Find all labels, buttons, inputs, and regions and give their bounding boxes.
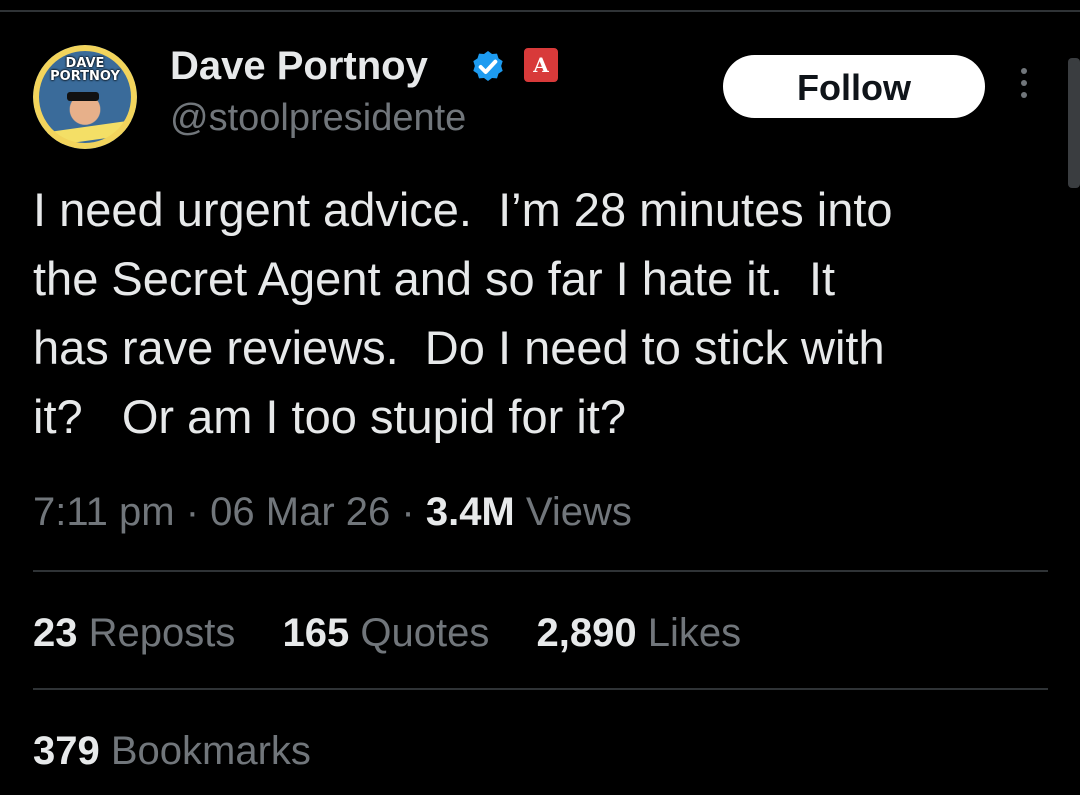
reposts-stat[interactable]: 23 Reposts bbox=[33, 607, 235, 659]
tweet-time[interactable]: 7:11 pm bbox=[33, 490, 175, 534]
quotes-stat[interactable]: 165 Quotes bbox=[283, 607, 490, 659]
likes-label: Likes bbox=[647, 611, 742, 655]
likes-count: 2,890 bbox=[536, 611, 637, 655]
barstool-logo-icon[interactable]: A bbox=[522, 46, 560, 84]
verified-check-icon bbox=[473, 51, 503, 81]
tweet-date[interactable]: 06 Mar 26 bbox=[210, 490, 390, 534]
display-name[interactable]: Dave Portnoy bbox=[170, 42, 428, 90]
bookmarks-stat[interactable]: 379 Bookmarks bbox=[33, 725, 311, 777]
quotes-count: 165 bbox=[282, 611, 350, 655]
meta-separator: · bbox=[185, 490, 200, 534]
tweet-meta: 7:11 pm · 06 Mar 26 · 3.4M Views bbox=[33, 486, 632, 538]
reposts-label: Reposts bbox=[88, 611, 236, 655]
bookmarks-count: 379 bbox=[33, 729, 100, 773]
divider bbox=[33, 570, 1048, 572]
avatar-label: DAVE PORTNOY bbox=[50, 56, 120, 84]
tweet-text: I need urgent advice. I’m 28 minutes int… bbox=[33, 183, 893, 443]
user-handle[interactable]: @stoolpresidente bbox=[170, 95, 466, 141]
top-divider bbox=[0, 10, 1080, 12]
meta-separator: · bbox=[401, 490, 415, 534]
bookmarks-label: Bookmarks bbox=[110, 729, 311, 773]
divider bbox=[33, 688, 1048, 690]
more-vertical-icon[interactable] bbox=[1014, 68, 1034, 106]
quotes-label: Quotes bbox=[360, 611, 490, 655]
views-count: 3.4M bbox=[425, 490, 515, 534]
views-label: Views bbox=[525, 490, 632, 534]
engagement-stats: 23 Reposts 165 Quotes 2,890 Likes bbox=[33, 607, 777, 659]
follow-button[interactable]: Follow bbox=[723, 55, 985, 118]
scrollbar[interactable] bbox=[1068, 58, 1080, 188]
avatar[interactable]: DAVE PORTNOY bbox=[33, 45, 137, 149]
reposts-count: 23 bbox=[33, 611, 78, 655]
likes-stat[interactable]: 2,890 Likes bbox=[536, 607, 741, 659]
